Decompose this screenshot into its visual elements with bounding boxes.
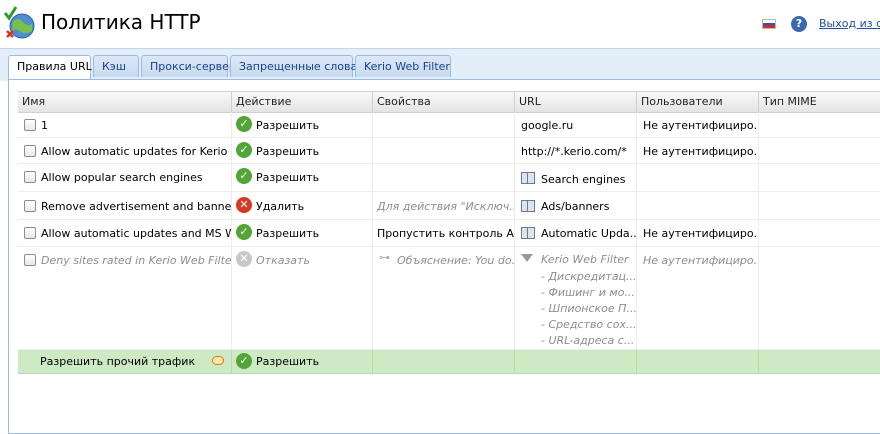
column-header-users[interactable]: Пользователи: [637, 92, 759, 112]
rule-name: Разрешить прочий трафик: [40, 355, 196, 368]
url-category-item: - Фишинг и мо...: [541, 286, 635, 299]
rule-action: Разрешить: [256, 119, 320, 132]
allow-icon: ✓: [236, 353, 252, 369]
rule-name: Deny sites rated in Kerio Web Filter c..…: [41, 254, 232, 267]
rule-name: 1: [41, 119, 48, 132]
table-row[interactable]: Allow automatic updates for Kerio sof...…: [18, 138, 880, 164]
rule-properties: Объяснение: You do...: [397, 254, 515, 267]
comment-icon[interactable]: [212, 356, 224, 365]
tab-cache[interactable]: Кэш: [93, 55, 139, 77]
table-row[interactable]: Allow automatic updates and MS Win... ✓ …: [18, 220, 880, 247]
app-header: Политика HTTP ? Выход из си: [0, 0, 880, 48]
grid-header: Имя Действие Свойства URL Пользователи Т…: [18, 91, 880, 113]
allow-icon: ✓: [236, 142, 252, 158]
rule-url: Automatic Upda...: [541, 227, 637, 240]
rule-properties: Пропустить контроль АВ: [377, 227, 515, 240]
help-icon[interactable]: ?: [791, 16, 807, 32]
table-row[interactable]: Allow popular search engines ✓ Разрешить…: [18, 164, 880, 192]
url-group-icon: [521, 227, 535, 239]
url-group-icon: [521, 200, 535, 212]
rule-action: Разрешить: [256, 145, 320, 158]
tab-url-rules[interactable]: Правила URL: [8, 55, 92, 80]
rule-url: Ads/banners: [541, 200, 610, 213]
tab-proxy-server[interactable]: Прокси-сервер: [141, 55, 236, 77]
rule-users: Не аутентифициро...: [643, 145, 759, 158]
rule-action: Разрешить: [256, 171, 320, 184]
allow-icon: ✓: [236, 116, 252, 132]
rule-name: Allow automatic updates for Kerio sof...: [41, 145, 231, 158]
rule-url: http://*.kerio.com/*: [521, 145, 627, 158]
rule-action: Разрешить: [256, 227, 320, 240]
url-category-item: - Дискредитац...: [541, 270, 637, 283]
remove-icon: ✕: [236, 197, 252, 213]
table-row[interactable]: 1 ✓ Разрешить google.ru Не аутентифициро…: [18, 112, 880, 138]
allow-icon: ✓: [236, 224, 252, 240]
rule-enabled-checkbox[interactable]: [24, 145, 36, 157]
rule-enabled-checkbox[interactable]: [24, 171, 36, 183]
url-category-item: - URL-адреса с...: [541, 334, 635, 347]
url-category-item: - Шпионское П...: [541, 302, 637, 315]
filter-icon: [521, 254, 533, 262]
russian-flag-icon[interactable]: [762, 19, 776, 29]
logout-link[interactable]: Выход из си: [819, 17, 880, 30]
http-policy-logo-icon: [3, 6, 35, 39]
rule-action: Разрешить: [256, 355, 320, 368]
column-header-url[interactable]: URL: [515, 92, 637, 112]
url-group-icon: [521, 172, 535, 184]
rule-action: Удалить: [256, 200, 305, 213]
column-header-name[interactable]: Имя: [18, 92, 232, 112]
rule-name: Allow automatic updates and MS Win...: [41, 227, 231, 240]
table-row[interactable]: Remove advertisement and banners ✕ Удали…: [18, 192, 880, 220]
allow-icon: ✓: [236, 168, 252, 184]
page-title: Политика HTTP: [41, 10, 201, 34]
rule-url: Search engines: [541, 173, 626, 186]
rule-url: google.ru: [521, 119, 574, 132]
rule-users: Не аутентифициро...: [643, 254, 759, 267]
url-category-item: - Средство сох...: [541, 318, 637, 331]
tab-forbidden-words[interactable]: Запрещенные слова: [230, 55, 357, 77]
rule-enabled-checkbox[interactable]: [24, 254, 36, 266]
column-header-action[interactable]: Действие: [232, 92, 373, 112]
table-row-disabled[interactable]: Deny sites rated in Kerio Web Filter c..…: [18, 247, 880, 350]
column-header-mime-type[interactable]: Тип MIME: [759, 92, 880, 112]
table-row-default[interactable]: Разрешить прочий трафик ✓ Разрешить: [18, 350, 880, 374]
rule-enabled-checkbox[interactable]: [24, 227, 36, 239]
rule-properties: Для действия "Исключ...: [377, 200, 515, 213]
rule-enabled-checkbox[interactable]: [24, 200, 36, 212]
rule-users: Не аутентифициро...: [643, 119, 759, 132]
rule-url: Kerio Web Filter: [541, 253, 629, 266]
rule-action: Отказать: [256, 254, 310, 267]
rule-name: Allow popular search engines: [41, 171, 203, 184]
rule-name: Remove advertisement and banners: [41, 200, 232, 213]
deny-icon: ✕: [236, 251, 252, 267]
column-header-properties[interactable]: Свойства: [373, 92, 515, 112]
rule-enabled-checkbox[interactable]: [24, 119, 36, 131]
rule-users: Не аутентифициро...: [643, 227, 759, 240]
tab-kerio-web-filter[interactable]: Kerio Web Filter: [355, 55, 451, 77]
key-icon: ⊶: [379, 251, 390, 264]
